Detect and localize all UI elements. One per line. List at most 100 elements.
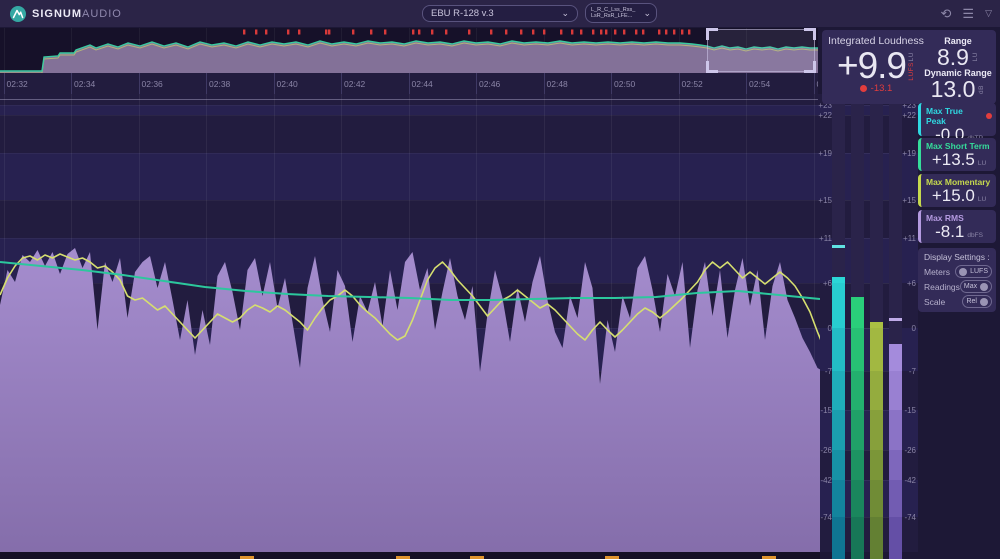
meter-scale-label: 0 [816,324,832,333]
meter-bar-segment-short-term-meter [851,297,864,328]
meter-scale-label: +11 [900,234,916,243]
logo-icon [10,6,26,22]
alert-dot-icon [860,85,867,92]
clip-marker [431,30,433,35]
toggle-knob [980,283,988,291]
meter-bar-segment-rms-meter [889,450,902,480]
selection-corner-handle[interactable] [706,28,718,40]
time-label: 02:32 [7,79,28,89]
meter-bar-segment-rms-meter [889,344,902,371]
chevron-down-icon: ⌄ [561,8,569,19]
integrated-unit: LU [908,52,915,61]
meter-scale-label: -42 [900,476,916,485]
top-bar: SIGNUMAUDIO EBU R-128 v.3 ⌄ L_R_C_Lss_Rs… [0,0,1000,27]
level-meters: +23+23+22+22+19+19+15+15+11+11+6+600-7-7… [820,94,918,559]
clip-marker [665,30,667,35]
time-tick [341,73,342,94]
readings-toggle[interactable]: Max [960,280,992,293]
loudness-overview-strip[interactable] [0,28,818,73]
clip-marker [418,30,420,35]
max-short-term-card: Max Short Term +13.5 LU [918,138,996,171]
max-short-term-value: +13.5 [932,151,975,169]
meter-scale-label: -7 [816,367,832,376]
range-value: 8.9 [937,46,969,68]
meter-bar-segment-true-peak-meter [832,283,845,328]
time-label: 02:46 [479,79,500,89]
clip-marker [688,30,690,35]
alert-dot-icon [986,113,992,119]
time-label: 02:48 [547,79,568,89]
meter-bar-segment-short-term-meter [851,328,864,371]
peak-hold-marker-rms-meter [889,318,902,321]
integrated-absolute-value: -13.1 [871,83,893,94]
meters-toggle[interactable]: LUFS [955,265,992,278]
peak-hold-marker-true-peak-meter [832,245,845,248]
collapse-caret-icon[interactable]: ▽ [985,9,992,18]
scale-toggle-value: Rel [966,298,977,305]
chevron-down-icon: ⌄ [643,10,651,17]
meter-bar-segment-true-peak-meter [832,328,845,371]
clip-marker [265,30,267,35]
time-tick [746,73,747,94]
clip-marker [255,30,257,35]
clip-marker [412,30,414,35]
dynamic-range-unit: dB [978,85,985,94]
meter-scale-label: +11 [816,234,832,243]
max-momentary-unit: LU [978,196,986,203]
clip-marker [520,30,522,35]
meter-bar-segment-momentary-meter [870,371,883,410]
meter-bar-segment-true-peak-meter [832,450,845,480]
scale-setting-label: Scale [924,297,945,307]
clip-marker [658,30,660,35]
undo-icon[interactable]: ⟲ [941,7,952,20]
overview-selection[interactable] [707,29,815,72]
meter-bar-segment-true-peak-meter [832,480,845,517]
readings-toggle-value: Max [964,283,977,290]
readings-setting-label: Readings [924,282,960,292]
meter-scale-label: +6 [900,279,916,288]
time-label: 02:34 [74,79,95,89]
selection-corner-handle[interactable] [804,61,816,73]
time-label: 02:52 [682,79,703,89]
meter-scale-label: +19 [900,149,916,158]
channel-config-dropdown[interactable]: L_R_C_Lss_Rss_ LsR_RsR_LFE... ⌄ [585,3,657,23]
meters-toggle-value: LUFS [970,268,988,275]
time-tick [4,73,5,94]
loudness-history-graph[interactable] [0,94,820,559]
range-unit: LU [972,52,979,61]
scale-toggle[interactable]: Rel [962,295,992,308]
clip-marker [298,30,300,35]
dynamic-range-value: 13.0 [931,78,976,100]
meter-bar-segment-momentary-meter [870,410,883,450]
max-rms-card: Max RMS -8.1 dbFS [918,210,996,243]
meter-scale-label: -7 [900,367,916,376]
brand-text: SIGNUMAUDIO [32,8,122,20]
display-settings-title: Display Settings : [924,252,992,262]
meter-bar-segment-rms-meter [889,517,902,559]
time-tick [814,73,815,94]
clip-marker [328,30,330,35]
clip-marker [490,30,492,35]
meter-scale-label: -15 [900,406,916,415]
meter-scale-label: -26 [900,446,916,455]
time-label: 02:54 [749,79,770,89]
menu-icon[interactable]: ☰ [962,7,974,20]
meter-bar-segment-rms-meter [889,410,902,450]
meter-scale-label: -42 [816,476,832,485]
preset-dropdown[interactable]: EBU R-128 v.3 ⌄ [422,5,578,22]
meter-bar-segment-short-term-meter [851,371,864,410]
clip-marker [505,30,507,35]
meter-scale-label: -15 [816,406,832,415]
time-label: 02:40 [277,79,298,89]
clip-marker [635,30,637,35]
toggle-knob [980,298,988,306]
clip-marker [571,30,573,35]
clip-marker [287,30,289,35]
time-tick [139,73,140,94]
max-rms-unit: dbFS [967,232,983,239]
selection-corner-handle[interactable] [706,61,718,73]
graph-top-border [0,99,818,100]
clip-marker [642,30,644,35]
max-short-term-unit: LU [978,160,986,167]
selection-corner-handle[interactable] [804,28,816,40]
